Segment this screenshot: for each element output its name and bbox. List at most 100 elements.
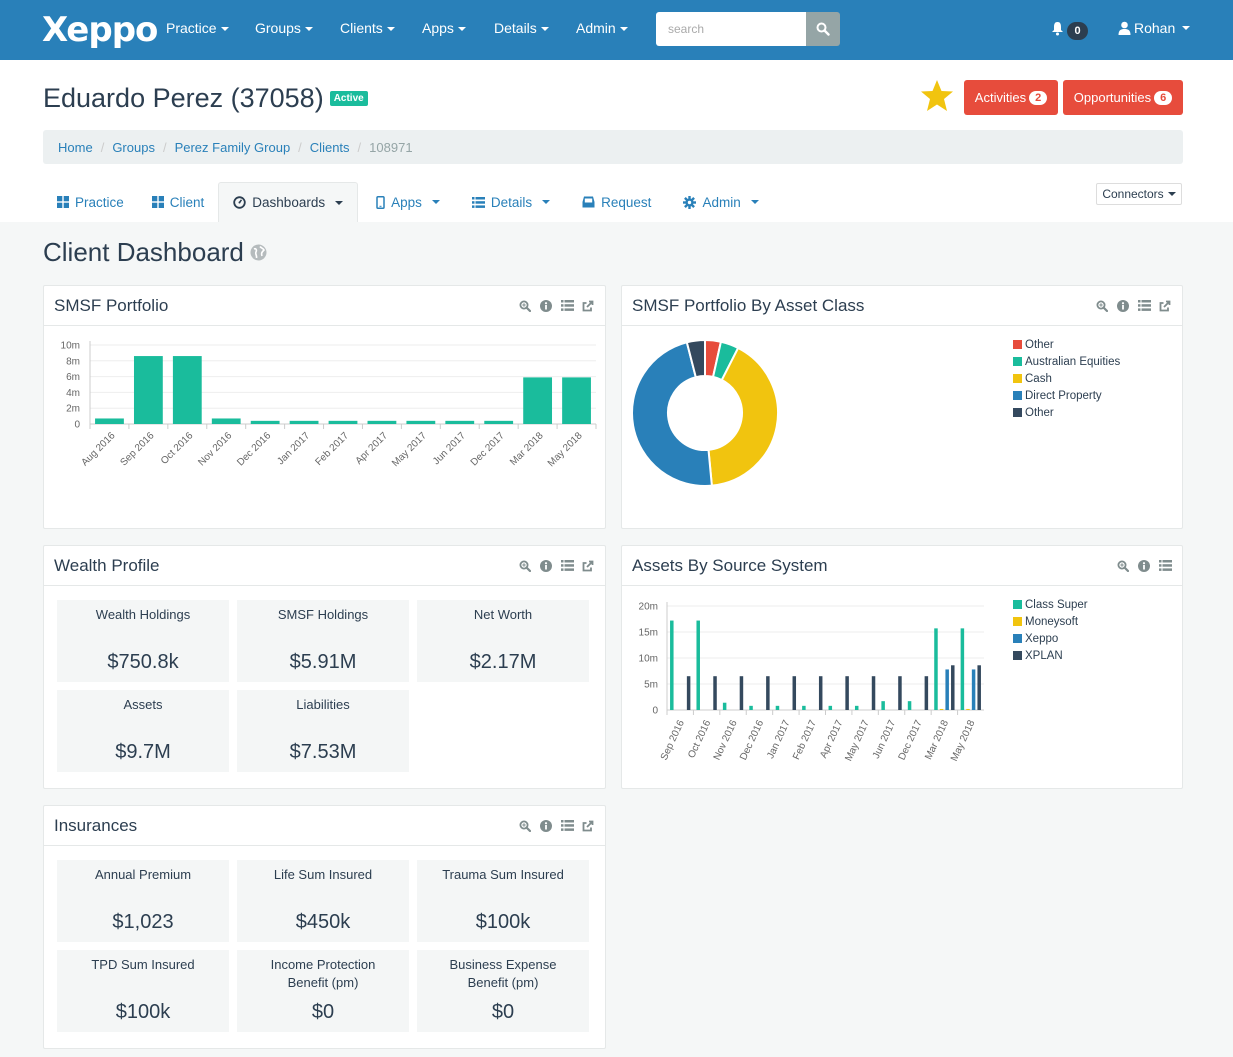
nav-admin[interactable]: Admin: [576, 20, 628, 36]
tab-practice[interactable]: Practice: [43, 182, 138, 222]
tab-apps[interactable]: Apps: [358, 182, 454, 222]
legend-item[interactable]: Australian Equities: [1013, 353, 1120, 370]
tile-annual-premium[interactable]: Annual Premium $1,023: [57, 860, 229, 942]
asset-class-panel: SMSF Portfolio By Asset Class Other Austr…: [621, 285, 1183, 529]
tab-details[interactable]: Details: [454, 182, 564, 222]
tile-smsf-holdings[interactable]: SMSF Holdings $5.91M: [237, 600, 409, 682]
bar: [367, 420, 397, 424]
globe-icon[interactable]: [250, 244, 267, 261]
insurances-panel: Insurances Annual Premium $1,023 Life Sum…: [43, 805, 606, 1049]
legend-item[interactable]: Xeppo: [1013, 630, 1088, 647]
activities-button[interactable]: Activities 2: [964, 80, 1058, 115]
wealth-profile-panel: Wealth Profile Wealth Holdings $750.8k SM…: [43, 545, 606, 789]
zoom-icon[interactable]: [518, 559, 532, 573]
tile-wealth-holdings[interactable]: Wealth Holdings $750.8k: [57, 600, 229, 682]
tile-assets[interactable]: Assets $9.7M: [57, 690, 229, 772]
tile-liabilities[interactable]: Liabilities $7.53M: [237, 690, 409, 772]
tab-client[interactable]: Client: [138, 182, 219, 222]
breadcrumb-groups[interactable]: Groups: [112, 140, 155, 155]
export-icon[interactable]: [581, 299, 595, 313]
bar: [328, 420, 358, 424]
tab-dashboards[interactable]: Dashboards: [218, 182, 359, 222]
list-icon[interactable]: [560, 819, 574, 833]
zoom-icon[interactable]: [518, 299, 532, 313]
tile-label: SMSF Holdings: [277, 607, 369, 622]
info-icon[interactable]: [1137, 559, 1151, 573]
bar: [484, 420, 514, 424]
legend-item[interactable]: Other: [1013, 336, 1120, 353]
bar: [562, 377, 591, 424]
tab-label: Admin: [702, 194, 741, 210]
favorite-button[interactable]: [919, 79, 955, 118]
tile-value: $9.7M: [115, 741, 171, 763]
nav-details[interactable]: Details: [494, 20, 549, 36]
user-menu[interactable]: Rohan: [1118, 20, 1191, 36]
x-tick-label: May 2018: [546, 430, 585, 469]
legend-item[interactable]: Cash: [1013, 370, 1120, 387]
y-tick-label: 5m: [644, 680, 658, 691]
tab-admin[interactable]: Admin: [665, 182, 772, 222]
nav-groups[interactable]: Groups: [255, 20, 313, 36]
list-icon[interactable]: [560, 559, 574, 573]
info-icon[interactable]: [1116, 299, 1130, 313]
x-tick-label: Apr 2017: [818, 718, 845, 760]
y-tick-label: 15m: [639, 628, 658, 639]
search-input[interactable]: [656, 12, 806, 46]
list-icon: [471, 196, 485, 208]
zoom-icon[interactable]: [1095, 299, 1109, 313]
caret-down-icon: [619, 27, 628, 32]
bar: [881, 701, 885, 710]
info-icon[interactable]: [539, 559, 553, 573]
breadcrumb-clients[interactable]: Clients: [310, 140, 350, 155]
nav-apps[interactable]: Apps: [422, 20, 466, 36]
legend-item[interactable]: XPLAN: [1013, 647, 1088, 664]
connectors-dropdown[interactable]: Connectors: [1096, 183, 1182, 205]
tab-request[interactable]: Request: [564, 182, 665, 222]
legend-item[interactable]: Other: [1013, 404, 1120, 421]
zoom-icon[interactable]: [518, 819, 532, 833]
x-tick-label: Nov 2016: [196, 430, 234, 468]
search-button[interactable]: [806, 12, 840, 46]
notifications-button[interactable]: [1051, 21, 1064, 41]
legend-item[interactable]: Class Super: [1013, 596, 1088, 613]
list-icon[interactable]: [1137, 299, 1151, 313]
brand-logo[interactable]: Xeppo: [42, 10, 158, 50]
nav-practice[interactable]: Practice: [166, 20, 229, 36]
tile-life-sum-insured[interactable]: Life Sum Insured $450k: [237, 860, 409, 942]
notifications-badge: 0: [1067, 22, 1088, 40]
breadcrumb-group[interactable]: Perez Family Group: [175, 140, 291, 155]
tab-label: Request: [601, 194, 652, 210]
bar: [523, 377, 553, 424]
legend-item[interactable]: Moneysoft: [1013, 613, 1088, 630]
export-icon[interactable]: [581, 559, 595, 573]
x-tick-label: May 2018: [949, 718, 978, 763]
tile-trauma-sum-insured[interactable]: Trauma Sum Insured $100k: [417, 860, 589, 942]
tile-net-worth[interactable]: Net Worth $2.17M: [417, 600, 589, 682]
zoom-icon[interactable]: [1116, 559, 1130, 573]
tile-income-protection[interactable]: Income Protection Benefit (pm) $0: [237, 950, 409, 1032]
panel-header: Wealth Profile: [44, 546, 605, 586]
bar: [686, 676, 691, 710]
export-icon[interactable]: [581, 819, 595, 833]
info-icon[interactable]: [539, 819, 553, 833]
tile-value: $0: [311, 1001, 335, 1023]
info-icon[interactable]: [539, 299, 553, 313]
bar: [845, 676, 849, 710]
source-system-legend: Class Super Moneysoft Xeppo XPLAN: [1013, 596, 1088, 664]
legend-item[interactable]: Direct Property: [1013, 387, 1120, 404]
nav-clients[interactable]: Clients: [340, 20, 395, 36]
source-system-chart: 05m10m15m20mSep 2016 Oct 2016Nov 2016Dec …: [639, 602, 984, 763]
list-icon[interactable]: [560, 299, 574, 313]
tile-business-expense[interactable]: Business Expense Benefit (pm) $0: [417, 950, 589, 1032]
tile-tpd-sum-insured[interactable]: TPD Sum Insured $100k: [57, 950, 229, 1032]
y-tick-label: 10m: [639, 654, 658, 665]
export-icon[interactable]: [1158, 299, 1172, 313]
bar: [749, 705, 753, 710]
breadcrumb-current: 108971: [369, 139, 413, 155]
legend-label: Cash: [1025, 372, 1052, 385]
bar: [977, 665, 981, 710]
opportunities-button[interactable]: Opportunities 6: [1063, 80, 1183, 115]
breadcrumb-home[interactable]: Home: [58, 140, 93, 155]
mobile-icon: [376, 195, 385, 209]
list-icon[interactable]: [1158, 559, 1172, 573]
